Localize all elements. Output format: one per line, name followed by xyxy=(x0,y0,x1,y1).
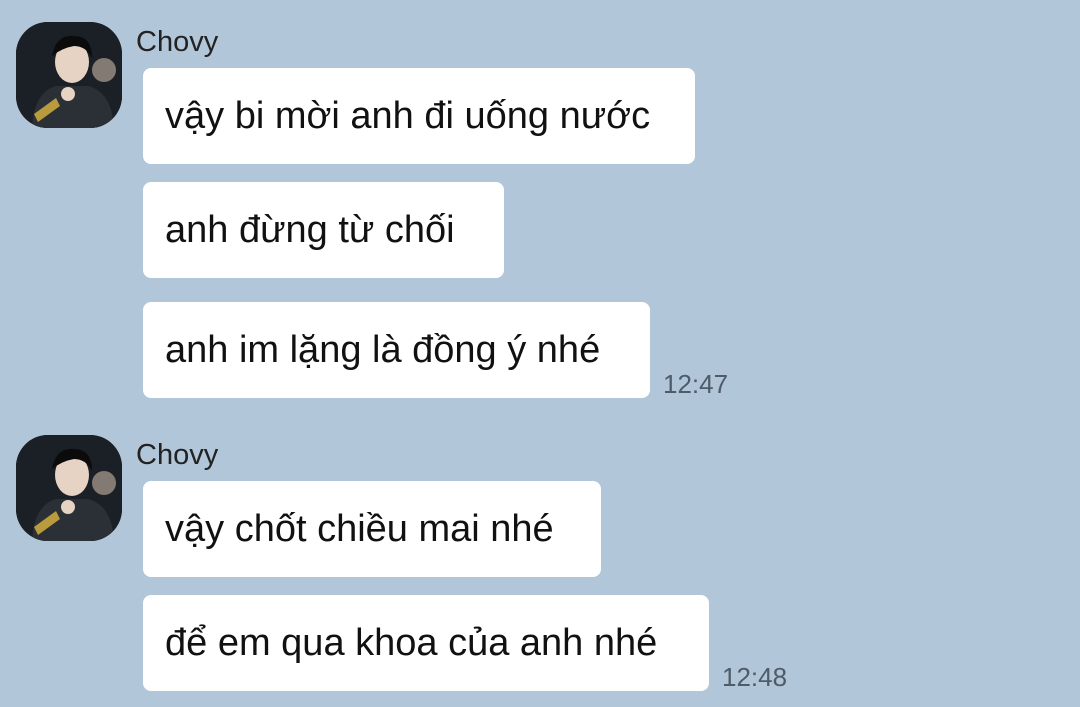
sender-name: Chovy xyxy=(136,26,219,58)
sender-avatar[interactable] xyxy=(16,22,122,128)
message-bubble[interactable]: anh im lặng là đồng ý nhé xyxy=(143,302,650,398)
sender-name: Chovy xyxy=(136,439,219,471)
message-bubble[interactable]: để em qua khoa của anh nhé xyxy=(143,595,709,691)
message-bubble[interactable]: anh đừng từ chối xyxy=(143,182,504,278)
sender-avatar[interactable] xyxy=(16,435,122,541)
avatar-photo-icon xyxy=(16,435,122,541)
message-bubble[interactable]: vậy bi mời anh đi uống nước xyxy=(143,68,695,164)
avatar-photo-icon xyxy=(16,22,122,128)
message-bubble[interactable]: vậy chốt chiều mai nhé xyxy=(143,481,601,577)
chat-view: Chovy vậy bi mời anh đi uống nước anh đừ… xyxy=(0,0,1080,707)
message-timestamp: 12:47 xyxy=(663,369,729,399)
message-timestamp: 12:48 xyxy=(722,662,788,692)
